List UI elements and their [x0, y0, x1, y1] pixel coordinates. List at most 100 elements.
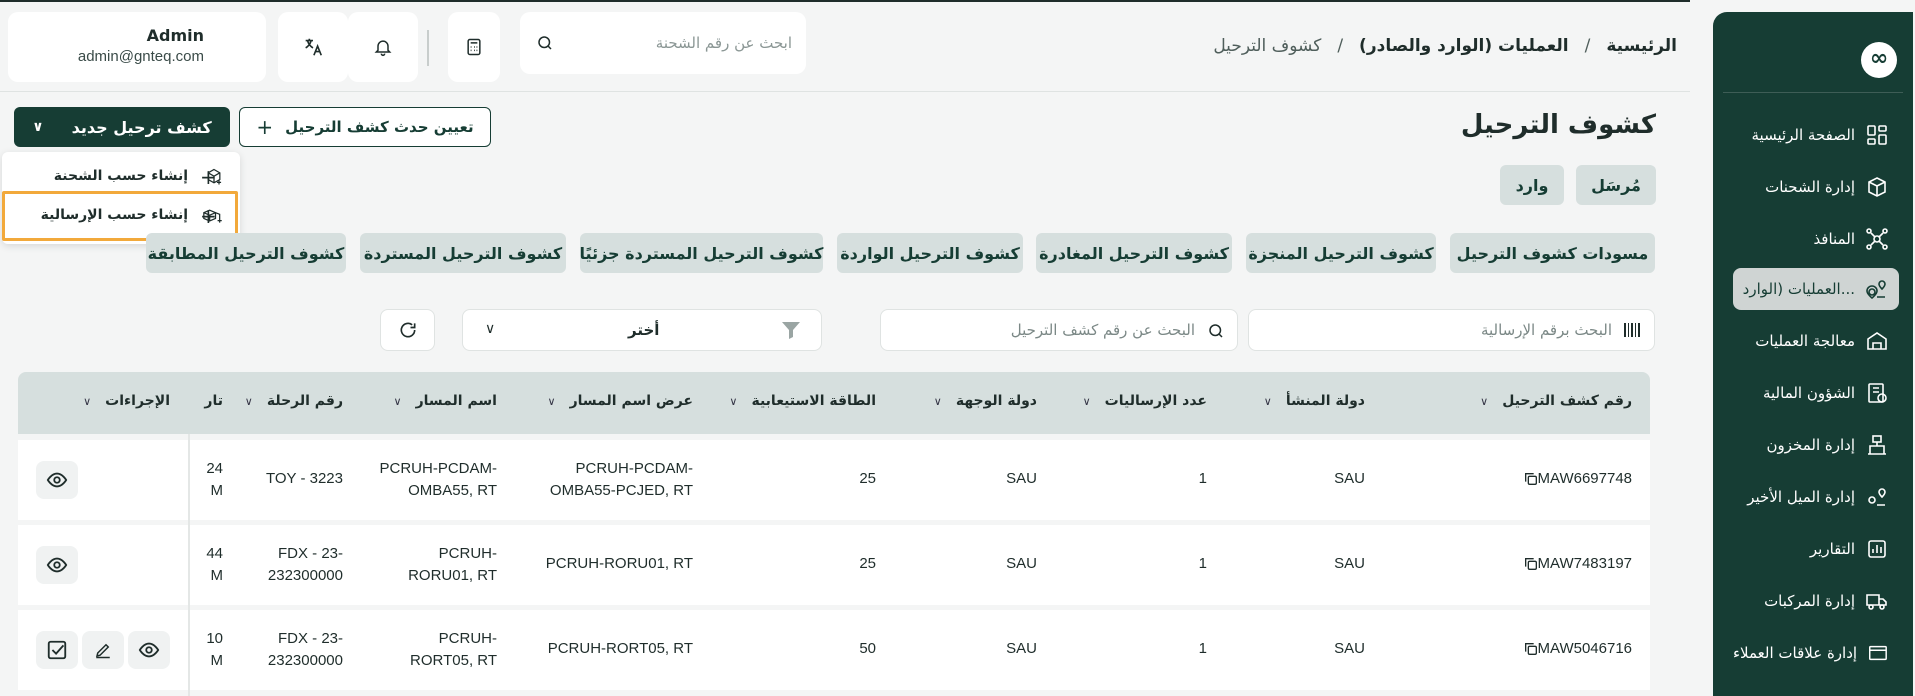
tab-incoming[interactable]: وارد: [1500, 165, 1564, 205]
table-row[interactable]: MAW5046716 SAU 1 SAU 50 PCRUH- RORT05, RT…: [18, 610, 1650, 690]
column-count[interactable]: عدد الإرساليات ∨: [1083, 393, 1207, 409]
column-route-display[interactable]: عرض اسم المسار ∨: [548, 393, 693, 409]
sidebar-item-vehicles[interactable]: إدارة المركبات: [1733, 580, 1899, 622]
finance-icon: [1868, 383, 1887, 403]
header-label: عدد الإرساليات: [1104, 393, 1207, 409]
chevron-down-icon: ∨: [1082, 395, 1091, 408]
column-dest[interactable]: دولة الوجهة ∨: [934, 393, 1037, 409]
cell-origin: SAU: [1334, 555, 1365, 572]
cell-manifest-no: MAW5046716: [1537, 640, 1633, 657]
tab-returned[interactable]: كشوف الترحيل المستردة: [360, 233, 566, 273]
tab-drafts[interactable]: مسودات كشوف الترحيل: [1450, 233, 1655, 273]
tab-departed[interactable]: كشوف الترحيل المغادرة: [1036, 233, 1232, 273]
header-label: دولة الوجهة: [955, 393, 1037, 409]
header-label: الإجراءات: [105, 393, 170, 409]
cell-route-name: PCRUH-PCDAM- OMBA55, RT: [380, 458, 498, 502]
sidebar-item-home[interactable]: الصفحة الرئيسية: [1733, 114, 1899, 156]
refresh-button[interactable]: [380, 309, 435, 351]
shipment-search-input[interactable]: ابحث عن رقم الشحنة: [520, 12, 806, 74]
view-button[interactable]: [36, 461, 78, 499]
sidebar-item-inventory[interactable]: إدارة المخزون: [1733, 424, 1899, 466]
cell-line: PCRUH-: [438, 545, 497, 562]
tab-arrived[interactable]: كشوف الترحيل الواردة: [837, 233, 1023, 273]
chevron-down-icon: ∨: [933, 395, 942, 408]
table-header: رقم كشف الترحيل ∨ دولة المنشأ ∨ عدد الإرسا…: [18, 372, 1650, 434]
table-row[interactable]: MAW7483197 SAU 1 SAU 25 PCRUH- RORU01, RT…: [18, 525, 1650, 605]
eye-icon: [46, 472, 68, 488]
edit-button[interactable]: [82, 631, 124, 669]
bell-icon: [374, 40, 392, 57]
cell-flight: FDX - 23- 232300000: [268, 543, 343, 587]
manifest-search-input[interactable]: البحث عن رقم كشف الترحيل: [880, 309, 1238, 351]
cell-route-display: PCRUH-RORU01, RT: [545, 555, 693, 572]
cell-line: 232300000: [267, 652, 343, 669]
breadcrumb-separator: /: [1584, 36, 1591, 56]
sidebar-item-processing[interactable]: معالجة العمليات: [1733, 320, 1899, 362]
package-icon: [1868, 177, 1886, 197]
cell-line: PCRUH-PCDAM-: [575, 460, 694, 477]
sidebar-item-label: إدارة الميل الأخير: [1747, 488, 1855, 506]
approve-button[interactable]: [36, 631, 78, 669]
tab-sent[interactable]: مُرسَل: [1576, 165, 1656, 205]
cell-line: PCRUH-: [438, 630, 497, 647]
user-card[interactable]: Admin admin@gnteq.com: [8, 12, 266, 82]
cell-manifest-no: MAW7483197: [1537, 555, 1633, 572]
create-by-shipment-label: إنشاء حسب الشحنة: [53, 168, 188, 184]
plus-icon: +: [256, 115, 274, 139]
cell-flight: FDX - 23- 232300000: [268, 628, 343, 672]
table-row[interactable]: MAW6697748 SAU 1 SAU 25 PCRUH-PCDAM- OMBA…: [18, 440, 1650, 520]
breadcrumb-section[interactable]: العمليات (الوارد والصادر): [1359, 36, 1569, 56]
sidebar-item-label: الصفحة الرئيسية: [1751, 126, 1856, 144]
sidebar-item-last-mile[interactable]: إدارة الميل الأخير: [1733, 476, 1899, 518]
sidebar-item-finance[interactable]: الشؤون المالية: [1733, 372, 1899, 414]
consignment-search-input[interactable]: البحث برقم الإرسالية: [1248, 309, 1655, 351]
column-route-name[interactable]: اسم المسار ∨: [394, 393, 498, 409]
cell-capacity: 25: [859, 555, 876, 572]
sidebar-item-label: الشؤون المالية: [1762, 384, 1855, 402]
column-flight[interactable]: رقم الرحلة ∨: [245, 393, 343, 409]
notifications-button[interactable]: [348, 12, 418, 82]
warehouse-icon: [1867, 332, 1887, 350]
translate-button[interactable]: [278, 12, 348, 82]
breadcrumb-separator: /: [1337, 36, 1344, 56]
sidebar-item-label: المنافذ: [1813, 230, 1855, 248]
new-manifest-button[interactable]: ∨ كشف ترحيل جديد: [14, 107, 230, 147]
cell-flight: TOY - 3223: [266, 470, 343, 487]
tab-matched[interactable]: كشوف الترحيل المطابقة: [146, 233, 346, 273]
column-origin[interactable]: دولة المنشأ ∨: [1264, 393, 1365, 409]
assign-event-button[interactable]: + تعيين حدث كشف الترحيل: [239, 107, 491, 147]
sidebar-item-shipments[interactable]: إدارة الشحنات: [1733, 166, 1899, 208]
sidebar-item-operations[interactable]: العمليات (الوارد...: [1733, 268, 1899, 310]
infinity-logo[interactable]: ∞: [1861, 42, 1897, 78]
calculator-button[interactable]: [448, 12, 500, 82]
view-button[interactable]: [36, 546, 78, 584]
sidebar-item-ports[interactable]: المنافذ: [1733, 218, 1899, 260]
header-label: دولة المنشأ: [1285, 393, 1365, 409]
sidebar-item-label: إدارة علاقات العملاء: [1733, 644, 1858, 662]
filter-select[interactable]: أختر ∨: [462, 309, 822, 351]
breadcrumb-home[interactable]: الرئيسية: [1606, 36, 1677, 56]
cell-line: OMBA55, RT: [408, 482, 497, 499]
breadcrumb-current: كشوف الترحيل: [1213, 36, 1322, 56]
cell-count: 1: [1198, 640, 1207, 657]
pencil-icon: [95, 643, 110, 659]
tab-completed[interactable]: كشوف الترحيل المنجزة: [1246, 233, 1436, 273]
sidebar-item-label: التقارير: [1809, 540, 1855, 558]
cell-date: 24 M: [206, 458, 223, 502]
cell-date: 10 M: [206, 628, 223, 672]
cell-dest: SAU: [1006, 555, 1037, 572]
cell-route-name: PCRUH- RORT05, RT: [410, 628, 497, 672]
cell-line: OMBA55-PCJED, RT: [549, 482, 693, 499]
sidebar-item-crm[interactable]: إدارة علاقات العملاء: [1733, 632, 1899, 674]
header-label: الطاقة الاستيعابية: [751, 393, 876, 409]
reports-icon: [1868, 540, 1886, 558]
column-date[interactable]: تار: [204, 393, 223, 409]
chevron-down-icon: ∨: [244, 395, 253, 408]
header-divider: [0, 91, 1690, 92]
column-manifest-no[interactable]: رقم كشف الترحيل ∨: [1480, 393, 1632, 409]
column-capacity[interactable]: الطاقة الاستيعابية ∨: [729, 393, 876, 409]
sidebar-item-reports[interactable]: التقارير: [1733, 528, 1899, 570]
view-button[interactable]: [128, 631, 170, 669]
tab-partially-returned[interactable]: كشوف الترحيل المستردة جزئيًا: [580, 233, 823, 273]
page-title: كشوف الترحيل: [1460, 110, 1656, 140]
